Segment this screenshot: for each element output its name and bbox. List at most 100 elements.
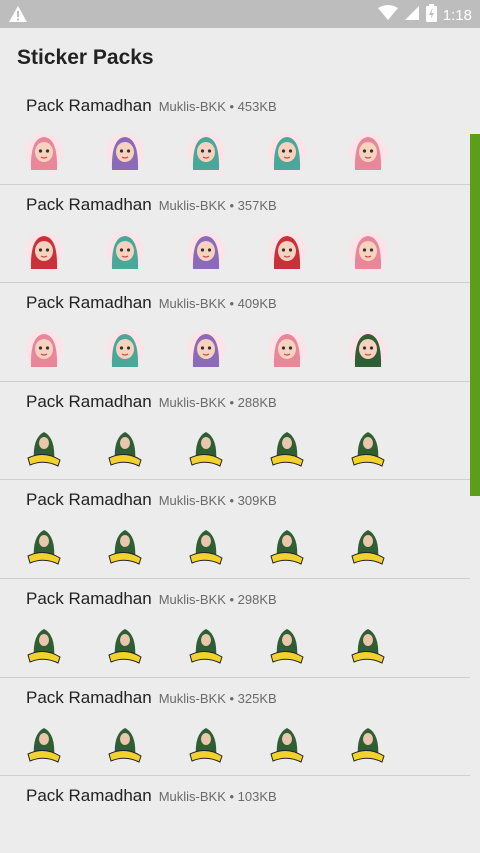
pack-author: Muklis-BKK xyxy=(158,591,226,607)
sticker-thumbnail xyxy=(103,524,147,568)
pack-author: Muklis-BKK xyxy=(158,789,226,805)
pack-name: Pack Ramadhan xyxy=(26,687,152,707)
pack-name: Pack Ramadhan xyxy=(26,293,152,313)
pack-name: Pack Ramadhan xyxy=(26,391,152,411)
sticker-thumbnail xyxy=(265,426,309,470)
sticker-thumbnail xyxy=(265,722,309,766)
sticker-thumbnail xyxy=(265,524,309,568)
sticker-thumbnail xyxy=(103,327,147,371)
sticker-thumbnail xyxy=(103,426,147,470)
pack-meta: Muklis-BKK • 357KB xyxy=(159,198,277,213)
sticker-thumbnail xyxy=(184,327,228,371)
pack-meta: Muklis-BKK • 288KB xyxy=(159,395,277,410)
sticker-pack-row[interactable]: Pack Ramadhan Muklis-BKK • 103KB xyxy=(0,776,470,853)
sticker-pack-row[interactable]: Pack Ramadhan Muklis-BKK • 298KB xyxy=(0,579,470,678)
meta-separator: • xyxy=(225,296,238,312)
status-time: 1:18 xyxy=(442,7,472,24)
sticker-pack-row[interactable]: Pack Ramadhan Muklis-BKK • 409KB xyxy=(0,283,470,382)
sticker-thumbnail xyxy=(346,426,390,470)
sticker-thumbnail xyxy=(22,722,66,766)
sticker-preview-row xyxy=(22,327,427,371)
pack-header: Pack Ramadhan Muklis-BKK • 298KB xyxy=(26,589,277,609)
meta-separator: • xyxy=(225,197,238,213)
pack-header: Pack Ramadhan Muklis-BKK • 325KB xyxy=(26,688,277,708)
signal-icon xyxy=(404,5,420,26)
sticker-pack-row[interactable]: Pack Ramadhan Muklis-BKK • 309KB xyxy=(0,480,470,579)
sticker-thumbnail xyxy=(346,722,390,766)
wifi-icon xyxy=(377,5,398,26)
sticker-thumbnail xyxy=(265,327,309,371)
meta-separator: • xyxy=(225,493,238,509)
sticker-thumbnail xyxy=(103,130,147,174)
pack-header: Pack Ramadhan Muklis-BKK • 409KB xyxy=(26,293,277,313)
sticker-thumbnail xyxy=(265,623,309,667)
pack-header: Pack Ramadhan Muklis-BKK • 453KB xyxy=(26,96,277,116)
sticker-preview-row xyxy=(22,130,427,174)
meta-separator: • xyxy=(225,789,238,805)
pack-name: Pack Ramadhan xyxy=(26,588,152,608)
pack-size: 325KB xyxy=(237,690,277,706)
sticker-thumbnail xyxy=(22,229,66,273)
sticker-thumbnail xyxy=(184,130,228,174)
sticker-thumbnail xyxy=(184,722,228,766)
sticker-thumbnail xyxy=(346,229,390,273)
pack-header: Pack Ramadhan Muklis-BKK • 103KB xyxy=(26,786,277,806)
warning-icon xyxy=(8,5,28,28)
sticker-thumbnail xyxy=(103,623,147,667)
sticker-preview-row xyxy=(22,623,427,667)
sticker-thumbnail xyxy=(103,722,147,766)
pack-author: Muklis-BKK xyxy=(158,493,226,509)
sticker-pack-row[interactable]: Pack Ramadhan Muklis-BKK • 325KB xyxy=(0,678,470,777)
pack-meta: Muklis-BKK • 298KB xyxy=(159,592,277,607)
pack-author: Muklis-BKK xyxy=(158,394,226,410)
pack-header: Pack Ramadhan Muklis-BKK • 357KB xyxy=(26,195,277,215)
meta-separator: • xyxy=(225,690,238,706)
pack-name: Pack Ramadhan xyxy=(26,786,152,806)
pack-author: Muklis-BKK xyxy=(158,690,226,706)
sticker-pack-row[interactable]: Pack Ramadhan Muklis-BKK • 357KB xyxy=(0,185,470,284)
pack-meta: Muklis-BKK • 103KB xyxy=(159,789,277,804)
pack-size: 103KB xyxy=(237,789,277,805)
pack-size: 357KB xyxy=(237,197,277,213)
sticker-preview-row xyxy=(22,722,427,766)
page-title: Sticker Packs xyxy=(17,46,154,69)
pack-size: 298KB xyxy=(237,591,277,607)
sticker-pack-row[interactable]: Pack Ramadhan Muklis-BKK • 453KB xyxy=(0,86,470,185)
pack-meta: Muklis-BKK • 453KB xyxy=(159,99,277,114)
pack-author: Muklis-BKK xyxy=(158,197,226,213)
meta-separator: • xyxy=(225,591,238,607)
pack-author: Muklis-BKK xyxy=(158,296,226,312)
sticker-thumbnail xyxy=(346,623,390,667)
sticker-pack-list[interactable]: Pack Ramadhan Muklis-BKK • 453KB Pack Rama… xyxy=(0,86,470,853)
pack-size: 309KB xyxy=(237,493,277,509)
pack-meta: Muklis-BKK • 409KB xyxy=(159,296,277,311)
sticker-thumbnail xyxy=(22,524,66,568)
meta-separator: • xyxy=(225,99,238,114)
pack-meta: Muklis-BKK • 325KB xyxy=(159,691,277,706)
sticker-preview-row xyxy=(22,229,427,273)
pack-size: 409KB xyxy=(237,296,277,312)
sticker-thumbnail xyxy=(22,327,66,371)
scrollbar[interactable] xyxy=(470,134,480,496)
pack-author: Muklis-BKK xyxy=(158,99,226,114)
sticker-thumbnail xyxy=(265,229,309,273)
pack-name: Pack Ramadhan xyxy=(26,194,152,214)
pack-meta: Muklis-BKK • 309KB xyxy=(159,493,277,508)
sticker-pack-row[interactable]: Pack Ramadhan Muklis-BKK • 288KB xyxy=(0,382,470,481)
sticker-thumbnail xyxy=(346,524,390,568)
pack-name: Pack Ramadhan xyxy=(26,490,152,510)
sticker-thumbnail xyxy=(184,623,228,667)
pack-header: Pack Ramadhan Muklis-BKK • 309KB xyxy=(26,490,277,510)
pack-size: 453KB xyxy=(237,99,277,114)
sticker-thumbnail xyxy=(22,426,66,470)
meta-separator: • xyxy=(225,394,238,410)
status-bar: 1:18 xyxy=(0,0,480,28)
sticker-thumbnail xyxy=(103,229,147,273)
sticker-thumbnail xyxy=(184,426,228,470)
sticker-thumbnail xyxy=(22,130,66,174)
sticker-thumbnail xyxy=(346,327,390,371)
pack-header: Pack Ramadhan Muklis-BKK • 288KB xyxy=(26,392,277,412)
battery-icon xyxy=(425,4,437,27)
sticker-thumbnail xyxy=(346,130,390,174)
pack-name: Pack Ramadhan xyxy=(26,96,152,115)
